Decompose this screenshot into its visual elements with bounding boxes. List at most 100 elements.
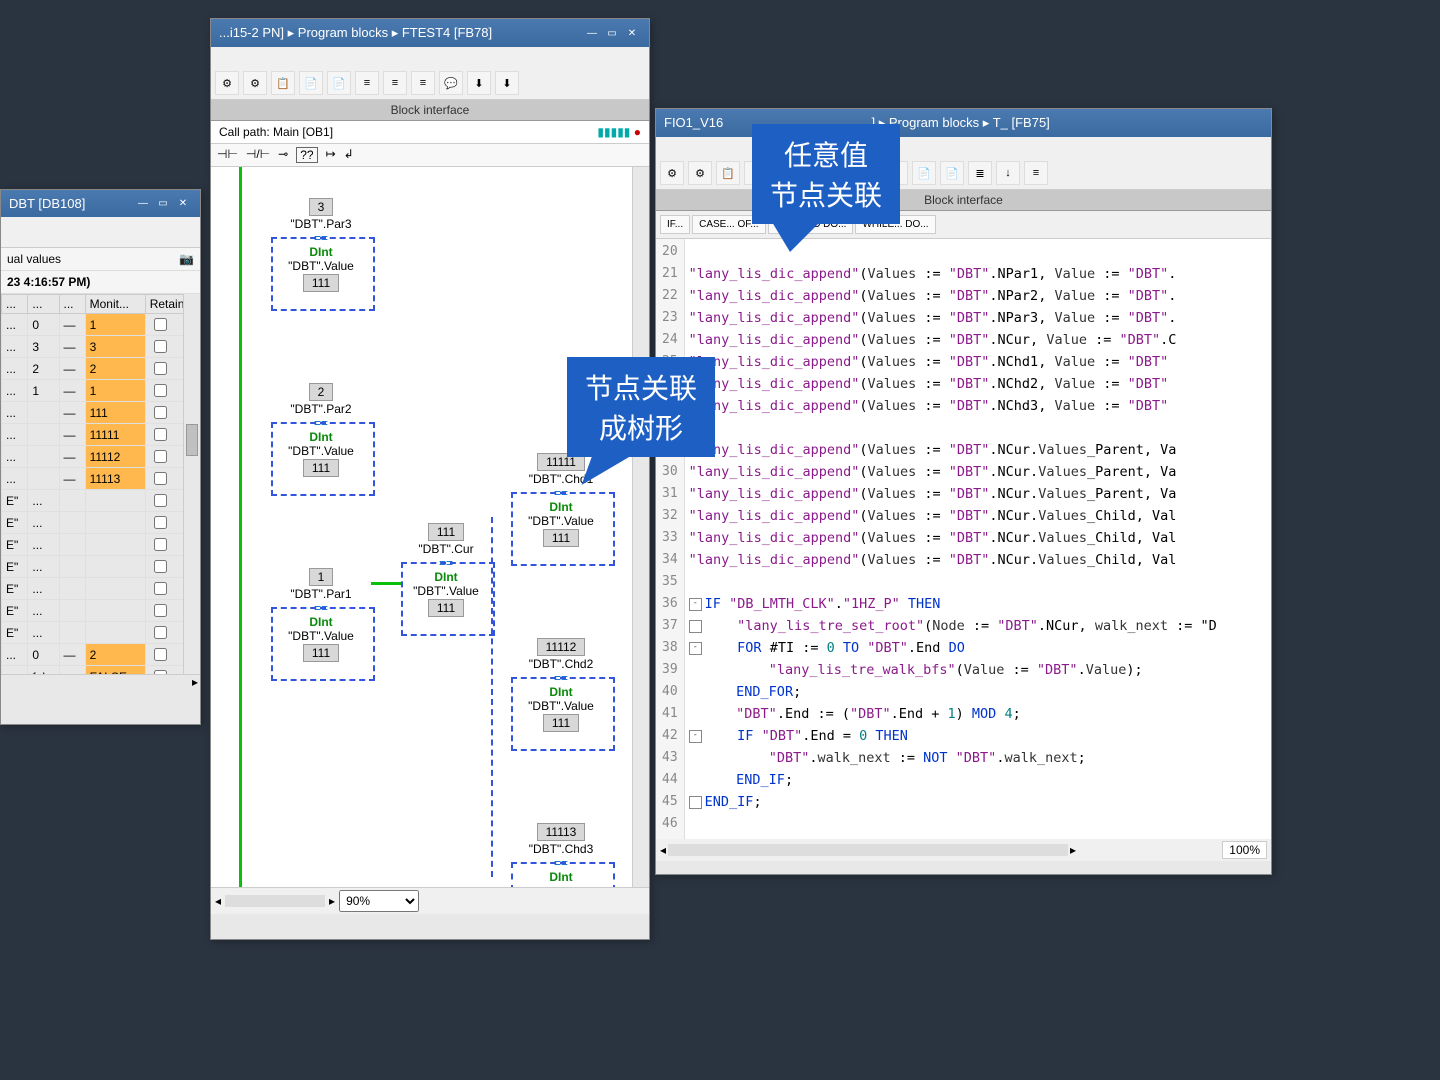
- ladder-toolbar: ⊣⊢ ⊣/⊢ ⊸ ?? ↦ ↲: [211, 144, 649, 167]
- vscrollbar[interactable]: [632, 167, 649, 887]
- tool-1[interactable]: ⚙: [215, 71, 239, 95]
- table-row[interactable]: ...3—3: [2, 336, 200, 358]
- zoom-display[interactable]: 100%: [1222, 841, 1267, 859]
- col-0[interactable]: ...: [2, 295, 28, 314]
- tool-5[interactable]: 📄: [327, 71, 351, 95]
- table-row[interactable]: ...—11113: [2, 468, 200, 490]
- dbt-table-scroll[interactable]: ... ... ... Monit... Retain ...0—1...3—3…: [1, 294, 200, 674]
- contact-nc-icon[interactable]: ⊣/⊢: [246, 147, 270, 163]
- dbt-table: ... ... ... Monit... Retain ...0—1...3—3…: [1, 294, 200, 674]
- scroll-thumb[interactable]: [186, 424, 198, 456]
- table-row[interactable]: ...—11111: [2, 424, 200, 446]
- code-titlebar[interactable]: FIO1_V16 ____________________] ▸ Program…: [656, 109, 1271, 137]
- retain-checkbox[interactable]: [154, 560, 167, 573]
- tool-9[interactable]: 💬: [439, 71, 463, 95]
- retain-checkbox[interactable]: [154, 384, 167, 397]
- retain-checkbox[interactable]: [154, 494, 167, 507]
- col-monitor[interactable]: Monit...: [85, 295, 145, 314]
- code-footer: ◂ ▸ 100%: [656, 839, 1271, 861]
- tool-2[interactable]: ⚙: [243, 71, 267, 95]
- tool-13[interactable]: ↓: [996, 161, 1020, 185]
- tool-2[interactable]: ⚙: [688, 161, 712, 185]
- retain-checkbox[interactable]: [154, 472, 167, 485]
- block-interface-bar[interactable]: Block interface: [656, 190, 1271, 211]
- retain-checkbox[interactable]: [154, 538, 167, 551]
- tool-10[interactable]: 📄: [912, 161, 936, 185]
- tool-11[interactable]: 📄: [940, 161, 964, 185]
- snapshot-icon[interactable]: 📷: [179, 252, 194, 266]
- tab-if[interactable]: IF...: [660, 215, 690, 234]
- minimize-button[interactable]: —: [134, 197, 152, 211]
- table-row[interactable]: E"...: [2, 512, 200, 534]
- timestamp: 23 4:16:57 PM): [1, 271, 200, 294]
- block-interface-bar[interactable]: Block interface: [211, 100, 649, 121]
- retain-checkbox[interactable]: [154, 450, 167, 463]
- retain-checkbox[interactable]: [154, 626, 167, 639]
- table-row[interactable]: ...fal:—FALSE: [2, 666, 200, 675]
- table-row[interactable]: ...—111: [2, 402, 200, 424]
- ftest4-titlebar[interactable]: ...i15-2 PN] ▸ Program blocks ▸ FTEST4 […: [211, 19, 649, 47]
- code-area[interactable]: 2021222324252627282930313233343536373839…: [656, 239, 1271, 839]
- branch-close-icon[interactable]: ↲: [344, 147, 354, 163]
- retain-checkbox[interactable]: [154, 648, 167, 661]
- close-button[interactable]: ✕: [174, 197, 192, 211]
- retain-checkbox[interactable]: [154, 582, 167, 595]
- hscroll-left[interactable]: ◂: [215, 894, 221, 908]
- minimize-button[interactable]: —: [583, 26, 601, 40]
- tool-1[interactable]: ⚙: [660, 161, 684, 185]
- retain-checkbox[interactable]: [154, 362, 167, 375]
- tool-3[interactable]: 📋: [271, 71, 295, 95]
- retain-checkbox[interactable]: [154, 516, 167, 529]
- tool-7[interactable]: ≡: [383, 71, 407, 95]
- dash-cur: [401, 562, 495, 636]
- zoom-select[interactable]: 90%: [339, 890, 419, 912]
- retain-checkbox[interactable]: [154, 604, 167, 617]
- table-row[interactable]: E"...: [2, 578, 200, 600]
- vscrollbar[interactable]: [183, 294, 200, 674]
- branch-open-icon[interactable]: ↦: [326, 147, 336, 163]
- hscroll-left[interactable]: ◂: [660, 843, 666, 857]
- maximize-button[interactable]: ▭: [154, 197, 172, 211]
- box-icon[interactable]: ??: [296, 147, 317, 163]
- retain-checkbox[interactable]: [154, 340, 167, 353]
- line-gutter: 2021222324252627282930313233343536373839…: [656, 239, 685, 839]
- retain-checkbox[interactable]: [154, 428, 167, 441]
- hscrollbar[interactable]: [668, 844, 1068, 856]
- callpath-bar: Call path: Main [OB1] ▮▮▮▮▮ ●: [211, 121, 649, 144]
- col-1[interactable]: ...: [28, 295, 59, 314]
- table-row[interactable]: E"...: [2, 534, 200, 556]
- table-row[interactable]: ...1—1: [2, 380, 200, 402]
- dbt-titlebar[interactable]: DBT [DB108] — ▭ ✕: [1, 190, 200, 217]
- retain-checkbox[interactable]: [154, 406, 167, 419]
- tool-3[interactable]: 📋: [716, 161, 740, 185]
- table-row[interactable]: ...—11112: [2, 446, 200, 468]
- table-row[interactable]: E"...: [2, 556, 200, 578]
- spacer: [211, 47, 649, 67]
- retain-checkbox[interactable]: [154, 318, 167, 331]
- hscroll-right[interactable]: ▸: [1070, 843, 1076, 857]
- dash-par3: [271, 237, 375, 311]
- table-row[interactable]: ...2—2: [2, 358, 200, 380]
- tool-11[interactable]: ⬇: [495, 71, 519, 95]
- contact-no-icon[interactable]: ⊣⊢: [217, 147, 238, 163]
- maximize-button[interactable]: ▭: [603, 26, 621, 40]
- hscroll-right[interactable]: ▸: [329, 894, 335, 908]
- ladder-diagram[interactable]: 3 "DBT".Par3 == DInt "DBT".Value 111 2 "…: [211, 167, 649, 887]
- table-row[interactable]: E"...: [2, 600, 200, 622]
- close-button[interactable]: ✕: [623, 26, 641, 40]
- hscrollbar[interactable]: [225, 895, 325, 907]
- coil-icon[interactable]: ⊸: [278, 147, 288, 163]
- tool-4[interactable]: 📄: [299, 71, 323, 95]
- tool-6[interactable]: ≡: [355, 71, 379, 95]
- hscrollbar[interactable]: ▸: [1, 674, 200, 691]
- table-row[interactable]: ...0—2: [2, 644, 200, 666]
- table-row[interactable]: E"...: [2, 622, 200, 644]
- table-row[interactable]: E"...: [2, 490, 200, 512]
- tool-10[interactable]: ⬇: [467, 71, 491, 95]
- tool-8[interactable]: ≡: [411, 71, 435, 95]
- col-2[interactable]: ...: [59, 295, 85, 314]
- table-row[interactable]: ...0—1: [2, 314, 200, 336]
- tool-14[interactable]: ≡: [1024, 161, 1048, 185]
- code-text[interactable]: "lany_lis_dic_append"(Values := "DBT".NP…: [685, 239, 1221, 839]
- tool-12[interactable]: ≣: [968, 161, 992, 185]
